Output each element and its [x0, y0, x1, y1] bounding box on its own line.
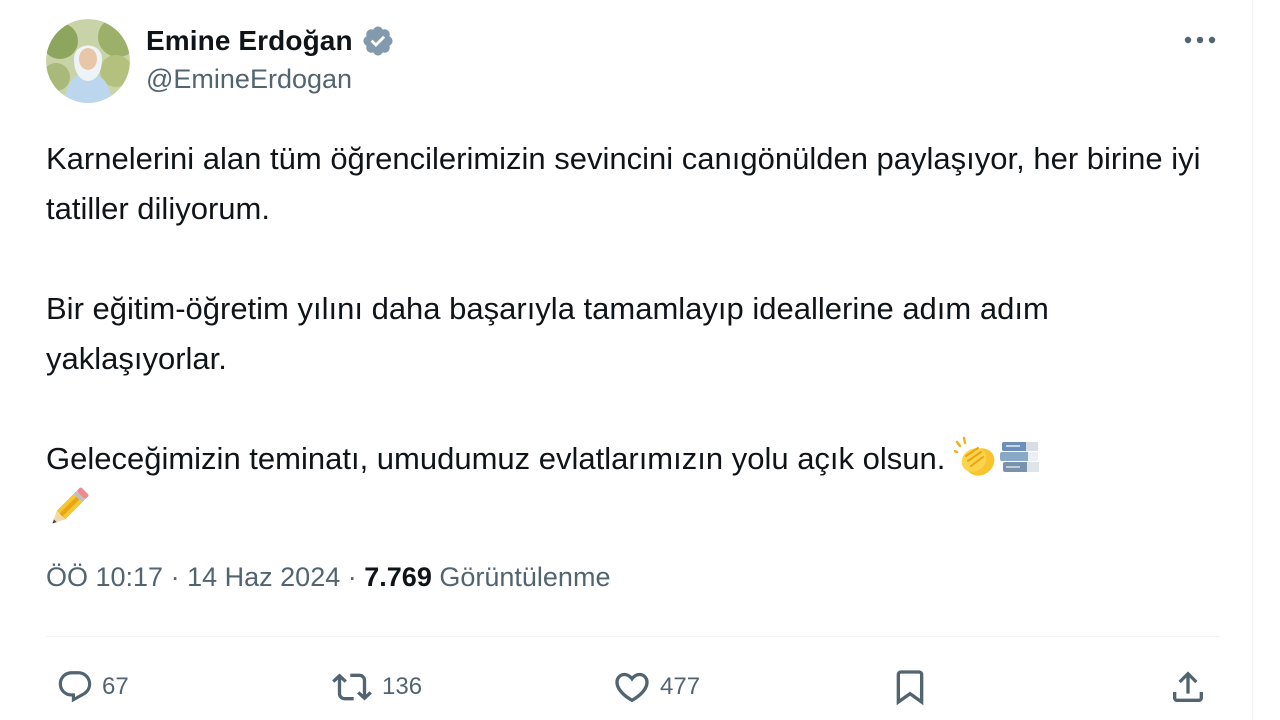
tweet-meta: ÖÖ 10:17 · 14 Haz 2024 · 7.769 Görüntüle… — [46, 562, 610, 593]
display-name[interactable]: Emine Erdoğan — [146, 25, 353, 57]
card-border — [1252, 0, 1253, 720]
reply-count: 67 — [102, 673, 129, 700]
retweet-count: 136 — [382, 673, 423, 700]
author-handle[interactable]: @EmineErdogan — [146, 64, 352, 95]
tweet-date[interactable]: 14 Haz 2024 — [187, 562, 340, 592]
retweet-icon — [332, 673, 372, 701]
share-button[interactable] — [1168, 664, 1208, 710]
avatar[interactable] — [46, 19, 130, 103]
bookmark-button[interactable] — [890, 664, 930, 710]
like-button[interactable]: 477 — [612, 664, 700, 710]
clapping-hands-emoji-icon — [952, 436, 998, 480]
tweet-paragraph: Bir eğitim-öğretim yılını daha başarıyla… — [46, 291, 1049, 376]
tweet-card: Emine Erdoğan @EmineErdogan Karnelerini … — [0, 0, 1280, 720]
like-count: 477 — [660, 673, 701, 700]
tweet-text: Karnelerini alan tüm öğrencilerimizin se… — [46, 134, 1236, 534]
tweet-paragraph: Karnelerini alan tüm öğrencilerimizin se… — [46, 141, 1201, 226]
divider — [46, 636, 1220, 637]
reply-button[interactable]: 67 — [56, 664, 129, 710]
more-options-button[interactable] — [1180, 22, 1220, 58]
meta-separator: · — [170, 562, 180, 592]
views-label: Görüntülenme — [439, 562, 611, 592]
pencil-emoji-icon — [46, 486, 90, 530]
heart-icon — [615, 672, 649, 703]
reply-icon — [58, 671, 92, 703]
meta-separator: · — [347, 562, 357, 592]
tweet-time[interactable]: ÖÖ 10:17 — [46, 562, 163, 592]
books-emoji-icon — [998, 436, 1042, 480]
views-count: 7.769 — [364, 562, 432, 592]
bookmark-icon — [896, 670, 924, 706]
author-name-row[interactable]: Emine Erdoğan — [146, 22, 395, 60]
verified-badge-icon — [361, 24, 395, 58]
tweet-paragraph-text: Geleceğimizin teminatı, umudumuz evlatla… — [46, 441, 946, 476]
more-dots-icon — [1184, 36, 1216, 44]
retweet-button[interactable]: 136 — [330, 664, 422, 710]
tweet-paragraph: Geleceğimizin teminatı, umudumuz evlatla… — [46, 434, 1236, 534]
share-icon — [1173, 671, 1203, 702]
